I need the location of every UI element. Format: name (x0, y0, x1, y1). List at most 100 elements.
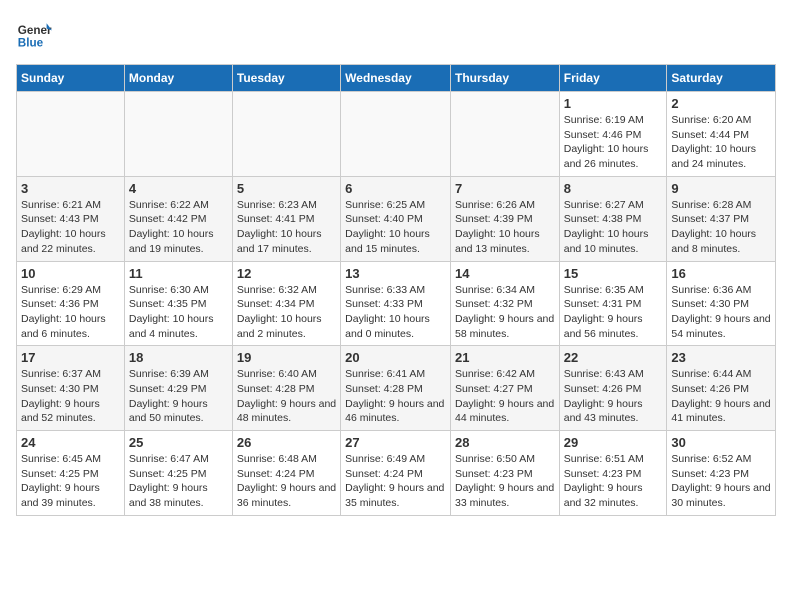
day-info: Sunrise: 6:29 AM Sunset: 4:36 PM Dayligh… (21, 283, 120, 342)
calendar-cell: 26 Sunrise: 6:48 AM Sunset: 4:24 PM Dayli… (232, 431, 340, 516)
day-number: 5 (237, 181, 336, 196)
day-number: 30 (671, 435, 771, 450)
day-number: 17 (21, 350, 120, 365)
day-info: Sunrise: 6:19 AM Sunset: 4:46 PM Dayligh… (564, 113, 663, 172)
day-number: 13 (345, 266, 446, 281)
day-number: 3 (21, 181, 120, 196)
calendar-cell (341, 92, 451, 177)
svg-text:Blue: Blue (18, 37, 44, 50)
day-number: 2 (671, 96, 771, 111)
calendar-cell: 21 Sunrise: 6:42 AM Sunset: 4:27 PM Dayli… (450, 346, 559, 431)
day-number: 8 (564, 181, 663, 196)
day-info: Sunrise: 6:25 AM Sunset: 4:40 PM Dayligh… (345, 198, 446, 257)
day-number: 27 (345, 435, 446, 450)
day-info: Sunrise: 6:39 AM Sunset: 4:29 PM Dayligh… (129, 367, 228, 426)
weekday-header: Wednesday (341, 65, 451, 92)
calendar-cell: 28 Sunrise: 6:50 AM Sunset: 4:23 PM Dayli… (450, 431, 559, 516)
calendar-week-row: 3Sunrise: 6:21 AM Sunset: 4:43 PM Daylig… (17, 176, 776, 261)
day-number: 29 (564, 435, 663, 450)
calendar-cell: 19 Sunrise: 6:40 AM Sunset: 4:28 PM Dayli… (232, 346, 340, 431)
day-info: Sunrise: 6:43 AM Sunset: 4:26 PM Dayligh… (564, 367, 663, 426)
day-info: Sunrise: 6:30 AM Sunset: 4:35 PM Dayligh… (129, 283, 228, 342)
calendar-cell: 5Sunrise: 6:23 AM Sunset: 4:41 PM Daylig… (232, 176, 340, 261)
calendar-cell: 25 Sunrise: 6:47 AM Sunset: 4:25 PM Dayli… (124, 431, 232, 516)
calendar-cell: 24Sunrise: 6:45 AM Sunset: 4:25 PM Dayli… (17, 431, 125, 516)
day-info: Sunrise: 6:20 AM Sunset: 4:44 PM Dayligh… (671, 113, 771, 172)
weekday-header: Saturday (667, 65, 776, 92)
day-number: 9 (671, 181, 771, 196)
calendar-cell: 1 Sunrise: 6:19 AM Sunset: 4:46 PM Daylig… (559, 92, 667, 177)
calendar-cell: 7 Sunrise: 6:26 AM Sunset: 4:39 PM Daylig… (450, 176, 559, 261)
day-info: Sunrise: 6:41 AM Sunset: 4:28 PM Dayligh… (345, 367, 446, 426)
calendar-cell: 3Sunrise: 6:21 AM Sunset: 4:43 PM Daylig… (17, 176, 125, 261)
calendar-cell: 15 Sunrise: 6:35 AM Sunset: 4:31 PM Dayli… (559, 261, 667, 346)
day-number: 16 (671, 266, 771, 281)
day-info: Sunrise: 6:47 AM Sunset: 4:25 PM Dayligh… (129, 452, 228, 511)
day-info: Sunrise: 6:22 AM Sunset: 4:42 PM Dayligh… (129, 198, 228, 257)
page-header: General Blue (16, 16, 776, 52)
day-info: Sunrise: 6:26 AM Sunset: 4:39 PM Dayligh… (455, 198, 555, 257)
weekday-header: Friday (559, 65, 667, 92)
calendar-cell (124, 92, 232, 177)
calendar-cell: 9 Sunrise: 6:28 AM Sunset: 4:37 PM Daylig… (667, 176, 776, 261)
day-number: 7 (455, 181, 555, 196)
day-info: Sunrise: 6:36 AM Sunset: 4:30 PM Dayligh… (671, 283, 771, 342)
day-number: 15 (564, 266, 663, 281)
calendar-cell: 4 Sunrise: 6:22 AM Sunset: 4:42 PM Daylig… (124, 176, 232, 261)
day-info: Sunrise: 6:34 AM Sunset: 4:32 PM Dayligh… (455, 283, 555, 342)
day-info: Sunrise: 6:28 AM Sunset: 4:37 PM Dayligh… (671, 198, 771, 257)
calendar-cell: 2 Sunrise: 6:20 AM Sunset: 4:44 PM Daylig… (667, 92, 776, 177)
calendar-cell: 20 Sunrise: 6:41 AM Sunset: 4:28 PM Dayli… (341, 346, 451, 431)
calendar-cell: 17 Sunrise: 6:37 AM Sunset: 4:30 PM Dayli… (17, 346, 125, 431)
day-number: 26 (237, 435, 336, 450)
day-info: Sunrise: 6:27 AM Sunset: 4:38 PM Dayligh… (564, 198, 663, 257)
day-info: Sunrise: 6:49 AM Sunset: 4:24 PM Dayligh… (345, 452, 446, 511)
day-info: Sunrise: 6:44 AM Sunset: 4:26 PM Dayligh… (671, 367, 771, 426)
day-number: 24 (21, 435, 120, 450)
day-info: Sunrise: 6:50 AM Sunset: 4:23 PM Dayligh… (455, 452, 555, 511)
day-number: 14 (455, 266, 555, 281)
day-number: 25 (129, 435, 228, 450)
day-number: 18 (129, 350, 228, 365)
weekday-header: Monday (124, 65, 232, 92)
day-number: 20 (345, 350, 446, 365)
calendar-cell: 12 Sunrise: 6:32 AM Sunset: 4:34 PM Dayli… (232, 261, 340, 346)
calendar-cell: 30 Sunrise: 6:52 AM Sunset: 4:23 PM Dayli… (667, 431, 776, 516)
calendar-week-row: 17 Sunrise: 6:37 AM Sunset: 4:30 PM Dayli… (17, 346, 776, 431)
day-info: Sunrise: 6:52 AM Sunset: 4:23 PM Dayligh… (671, 452, 771, 511)
weekday-header: Sunday (17, 65, 125, 92)
calendar-cell (232, 92, 340, 177)
day-number: 6 (345, 181, 446, 196)
day-number: 28 (455, 435, 555, 450)
day-info: Sunrise: 6:32 AM Sunset: 4:34 PM Dayligh… (237, 283, 336, 342)
day-number: 4 (129, 181, 228, 196)
calendar-cell: 6 Sunrise: 6:25 AM Sunset: 4:40 PM Daylig… (341, 176, 451, 261)
logo-icon: General Blue (16, 16, 52, 52)
day-info: Sunrise: 6:33 AM Sunset: 4:33 PM Dayligh… (345, 283, 446, 342)
calendar-cell: 8 Sunrise: 6:27 AM Sunset: 4:38 PM Daylig… (559, 176, 667, 261)
day-number: 19 (237, 350, 336, 365)
calendar-cell: 22 Sunrise: 6:43 AM Sunset: 4:26 PM Dayli… (559, 346, 667, 431)
day-number: 22 (564, 350, 663, 365)
day-number: 23 (671, 350, 771, 365)
day-number: 21 (455, 350, 555, 365)
calendar-cell: 11Sunrise: 6:30 AM Sunset: 4:35 PM Dayli… (124, 261, 232, 346)
weekday-header: Tuesday (232, 65, 340, 92)
calendar-week-row: 24Sunrise: 6:45 AM Sunset: 4:25 PM Dayli… (17, 431, 776, 516)
day-info: Sunrise: 6:40 AM Sunset: 4:28 PM Dayligh… (237, 367, 336, 426)
day-info: Sunrise: 6:37 AM Sunset: 4:30 PM Dayligh… (21, 367, 120, 426)
day-number: 1 (564, 96, 663, 111)
calendar-week-row: 1 Sunrise: 6:19 AM Sunset: 4:46 PM Daylig… (17, 92, 776, 177)
calendar-week-row: 10 Sunrise: 6:29 AM Sunset: 4:36 PM Dayli… (17, 261, 776, 346)
calendar-cell: 10 Sunrise: 6:29 AM Sunset: 4:36 PM Dayli… (17, 261, 125, 346)
day-info: Sunrise: 6:35 AM Sunset: 4:31 PM Dayligh… (564, 283, 663, 342)
calendar-cell (17, 92, 125, 177)
calendar-table: SundayMondayTuesdayWednesdayThursdayFrid… (16, 64, 776, 516)
day-info: Sunrise: 6:48 AM Sunset: 4:24 PM Dayligh… (237, 452, 336, 511)
day-info: Sunrise: 6:42 AM Sunset: 4:27 PM Dayligh… (455, 367, 555, 426)
calendar-cell (450, 92, 559, 177)
day-number: 10 (21, 266, 120, 281)
calendar-cell: 14 Sunrise: 6:34 AM Sunset: 4:32 PM Dayli… (450, 261, 559, 346)
calendar-cell: 13 Sunrise: 6:33 AM Sunset: 4:33 PM Dayli… (341, 261, 451, 346)
day-number: 12 (237, 266, 336, 281)
